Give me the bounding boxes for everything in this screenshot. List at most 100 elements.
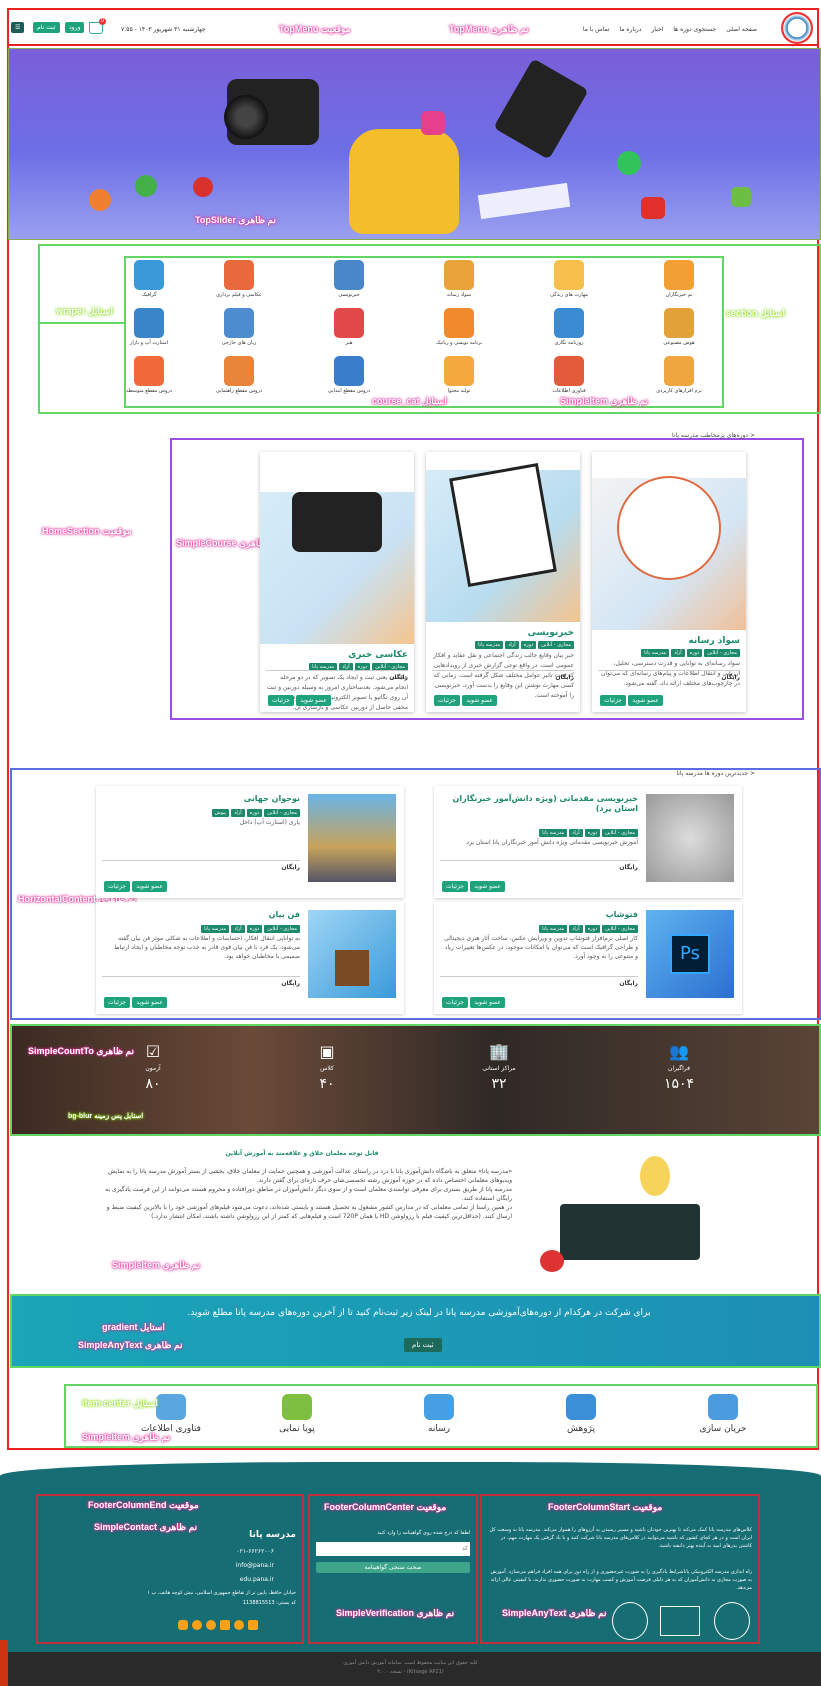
site-logo[interactable] [781,12,813,44]
details-button[interactable]: جزئیات [434,695,460,706]
category-item[interactable]: تولید محتوا [414,356,504,394]
category-item[interactable]: استارت آپ و بازار [124,308,174,346]
horizontal-course-card[interactable]: نوجوان جهانی پیوش آزاد دوره مجازی - آنلاین … [96,786,404,898]
contact-postal: کد پستی: 1138815513 [242,1600,296,1606]
category-item[interactable]: هوش مصنوعی [634,308,724,346]
course-title[interactable]: عکاسی خبری [260,644,414,662]
enroll-button[interactable]: عضو شوید [132,881,167,892]
feature-item[interactable]: پویا نمایی [252,1394,342,1434]
nav-news[interactable]: اخبار [651,26,663,33]
nav-search-courses[interactable]: جستجوی دوره ها [673,26,716,33]
course-title[interactable]: فتوشاپ [440,910,638,920]
horizontal-course-card[interactable]: Ps فتوشاپ مدرسه پانا آزاد دوره مجازی - آنلا… [434,902,742,1014]
category-item[interactable]: دروس مقطع راهنمایی [194,356,284,394]
top-slider[interactable]: TopSlider نم ظاهری [8,48,821,240]
feature-item[interactable]: پژوهش [536,1394,626,1434]
verified-icon[interactable] [234,1620,244,1630]
stat-item: 👥 فراگیران ۱۵۰۴ [639,1042,719,1092]
enroll-button[interactable]: عضو شوید [296,695,331,706]
category-item[interactable]: هنر [304,308,394,346]
course-card[interactable]: عکاسی خبری مدرسه پانا آزاد دوره مجازی - آنل… [260,452,414,712]
contact-phone[interactable]: ۰۲۱-۶۶۲۶۲۰۰۶ [236,1548,274,1555]
details-button[interactable]: جزئیات [104,881,130,892]
footer-about-text: کلاس‌های مدرسه پانا کمک می‌کند تا بهترین… [489,1527,753,1549]
category-item[interactable]: مهارت های زندگی [524,260,614,298]
linkedin-icon[interactable] [220,1620,230,1630]
guidance-school-icon [224,356,254,386]
category-item[interactable]: سواد رسانه [414,260,504,298]
feature-item[interactable]: حریان سازی [678,1394,768,1434]
enroll-button[interactable]: عضو شوید [470,997,505,1008]
category-item[interactable]: زبان های خارجی [194,308,284,346]
category-item[interactable]: نرم افزارهای کاربردی [634,356,724,394]
newspaper-icon [554,308,584,338]
course-image [426,463,580,622]
backpack-illustration [349,129,459,234]
enroll-button[interactable]: عضو شوید [462,695,497,706]
cta-register-button[interactable]: ثبت نام [404,1338,442,1352]
details-button[interactable]: جزئیات [268,695,294,706]
details-button[interactable]: جزئیات [104,997,130,1008]
instagram-icon[interactable] [178,1620,188,1630]
course-price: رایگان [432,670,574,681]
enroll-button[interactable]: عضو شوید [132,997,167,1008]
details-button[interactable]: جزئیات [442,997,468,1008]
popular-courses-title: < دوره‌های پر‌مخاطب مدرسه پانا [671,432,755,439]
category-item[interactable]: روزنامه نگاری [524,308,614,346]
course-title[interactable]: خبرنویسی مقدماتی (ویژه دانش‌آموز خبرنگار… [440,794,638,814]
contact-site[interactable]: edu.pana.ir [240,1576,274,1583]
social-links [178,1620,258,1632]
language-icon [224,308,254,338]
contact-title: مدرسه پانا [249,1530,296,1540]
verify-certificate-button[interactable]: صحت سنجی گواهینامه [316,1562,470,1573]
horizontal-course-card[interactable]: خبرنویسی مقدماتی (ویژه دانش‌آموز خبرنگار… [434,786,742,898]
menu-toggle-button[interactable]: ☰ [11,22,25,33]
verify-code-input[interactable] [316,1542,470,1556]
camera-lens [224,95,268,139]
category-item[interactable]: دروس مقطع متوسطه [124,356,174,394]
enroll-button[interactable]: عضو شوید [470,881,505,892]
telegram-icon[interactable] [206,1620,216,1630]
annotation-homesection: HomeSection موقعیت [42,526,132,536]
horizontal-course-card[interactable]: فن بیان مدرسه پانا آزاد دوره مجازی - آنلاین… [96,902,404,1014]
category-item[interactable]: برنامه نویسی و رباتیک [414,308,504,346]
enroll-button[interactable]: عضو شوید [628,695,663,706]
chat-icon[interactable] [248,1620,258,1630]
pana-club-logo [714,1602,750,1640]
course-card[interactable]: خبرنویسی مدرسه پانا آزاد دوره مجازی - آنلای… [426,452,580,712]
course-tags: مدرسه پانا آزاد دوره مجازی - آنلاین [537,924,638,933]
course-description: به توانایی انتقال افکار، احساسات و اطلاع… [114,935,300,960]
category-item[interactable]: گرافیک [124,260,174,298]
course-title[interactable]: فن بیان [102,910,300,920]
course-title[interactable]: سواد رسانه [592,630,746,648]
facebook-icon[interactable] [192,1620,202,1630]
login-button[interactable]: ورود [65,22,85,33]
course-image [308,910,396,998]
nav-contact[interactable]: تماس با ما [583,26,610,33]
nav-about[interactable]: درباره ما [619,26,641,33]
annotation-footer-end: FooterColumnEnd موقعیت [88,1500,199,1510]
category-item[interactable]: دروس مقطع ابتدایی [304,356,394,394]
details-button[interactable]: جزئیات [600,695,626,706]
category-item[interactable]: فناوری اطلاعات [524,356,614,394]
category-item[interactable]: خبرنویسی [304,260,394,298]
category-item[interactable]: عکاسی و فیلم برداری [194,260,284,298]
feature-item[interactable]: رسانه [394,1394,484,1434]
details-button[interactable]: جزئیات [442,881,468,892]
stats-section: 👥 فراگیران ۱۵۰۴ 🏢 مراکز استانی ۳۲ ▣ کلاس ۴۰ ☑ آ… [10,1024,821,1136]
course-card[interactable]: سواد رسانه مدرسه پانا آزاد دوره مجازی - آنل… [592,452,746,712]
register-button[interactable]: ثبت نام [33,22,60,33]
about-text: قابل توجه معلمان خلاق و علاقه‌مند به آمو… [92,1150,512,1221]
annotation-simpleitem3: SimpleItem نم ظاهری [82,1432,171,1442]
course-title[interactable]: خبرنویسی [426,622,580,640]
it-icon [554,356,584,386]
wraper-arrow [40,322,124,324]
animation-icon [282,1394,312,1420]
course-tags: مدرسه پانا آزاد دوره مجازی - آنلاین [592,648,746,657]
contact-email[interactable]: info@pana.ir [236,1562,274,1569]
course-title[interactable]: نوجوان جهانی [102,794,300,804]
news-writing-icon [334,260,364,290]
nav-home[interactable]: صفحه اصلی [726,26,757,33]
category-item[interactable]: نم خبرنگاران [634,260,724,298]
course-description: آموزش خبرنویسی مقدماتی ویژه دانش آموز خب… [466,839,638,846]
